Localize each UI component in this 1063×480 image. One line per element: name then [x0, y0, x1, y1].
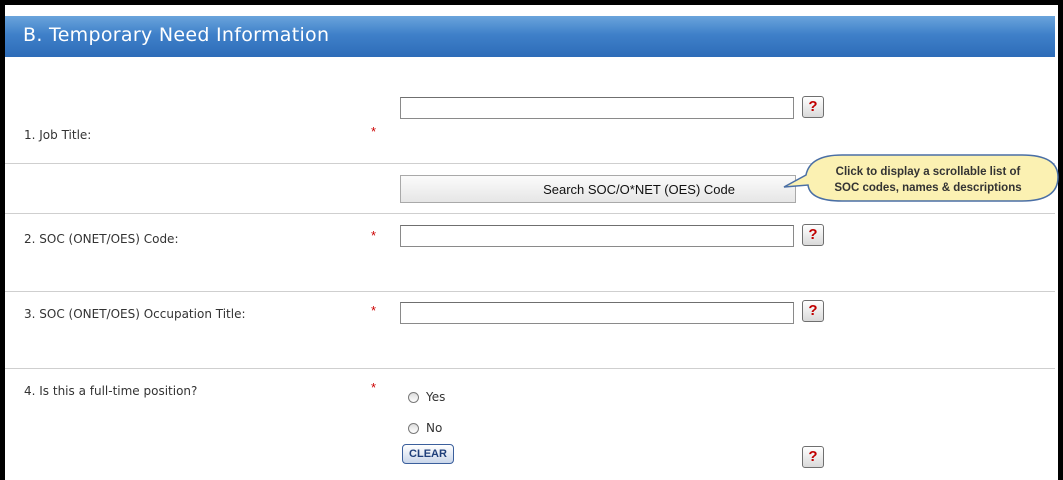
callout-line-1: Click to display a scrollable list of — [835, 166, 1021, 178]
full-time-label: 4. Is this a full-time position? — [24, 384, 198, 398]
soc-code-label: 2. SOC (ONET/OES) Code: — [24, 232, 179, 246]
divider — [5, 291, 1055, 292]
soc-code-input[interactable] — [400, 225, 794, 247]
radio-button-yes[interactable] — [408, 391, 419, 403]
soc-title-label: 3. SOC (ONET/OES) Occupation Title: — [24, 307, 246, 321]
job-title-label: 1. Job Title: — [24, 128, 92, 142]
callout-tooltip: Click to display a scrollable list of SO… — [782, 153, 1060, 205]
help-icon[interactable]: ? — [802, 224, 824, 246]
callout-text: Click to display a scrollable list of SO… — [802, 164, 1054, 196]
required-marker: * — [371, 124, 377, 139]
radio-button-no[interactable] — [408, 422, 419, 434]
search-soc-code-button[interactable]: Search SOC/O*NET (OES) Code — [400, 175, 796, 203]
radio-option-yes[interactable]: Yes — [408, 390, 445, 404]
callout-line-2: SOC codes, names & descriptions — [834, 182, 1022, 194]
radio-label-yes: Yes — [426, 390, 446, 404]
job-title-input[interactable] — [400, 97, 794, 119]
help-icon[interactable]: ? — [802, 446, 824, 468]
divider — [5, 213, 1055, 214]
radio-label-no: No — [426, 421, 443, 435]
clear-button[interactable]: CLEAR — [402, 444, 454, 464]
divider — [5, 368, 1055, 369]
required-marker: * — [371, 380, 377, 395]
required-marker: * — [371, 303, 377, 318]
required-marker: * — [371, 228, 377, 243]
help-icon[interactable]: ? — [802, 300, 824, 322]
help-icon[interactable]: ? — [802, 96, 824, 118]
soc-title-input[interactable] — [400, 302, 794, 324]
section-title: B. Temporary Need Information — [23, 24, 330, 46]
radio-option-no[interactable]: No — [408, 421, 442, 435]
section-header: B. Temporary Need Information — [5, 16, 1055, 57]
